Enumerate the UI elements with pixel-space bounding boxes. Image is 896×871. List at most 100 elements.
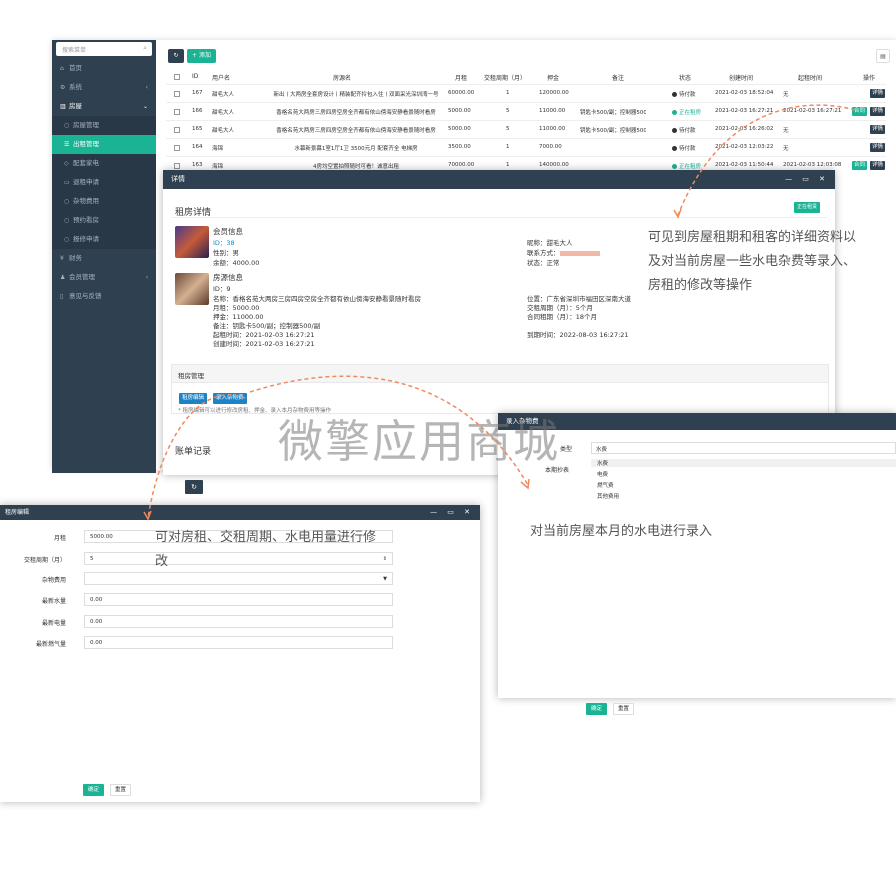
option-gas[interactable]: 燃气费 [597,481,614,489]
window-controls[interactable]: — ▭ ✕ [785,170,829,189]
cell-period: 1 [506,162,510,168]
circle-icon: ○ [64,122,70,129]
sidebar-item-checkout[interactable]: ▭ 退租申请 [52,173,156,192]
misc-type-label: 类型 [560,446,573,453]
cell-house: 水幕新景幕1室1厅1卫 3500元月 配套齐全 电梯房 [294,146,418,152]
refresh-icon: ↻ [173,52,179,59]
select-all-checkbox[interactable] [174,74,180,80]
house-expire: 到期时间：2022-08-03 16:27:21 [527,331,629,339]
status-dot-icon [672,110,677,115]
cell-user: 海锦 [212,164,224,170]
status-text: 待付款 [679,146,696,152]
sidebar-item-feedback[interactable]: ▯ 意见与反馈 [52,287,156,306]
cell-house: 香格名苑大两房三房四房空房全齐都有依山傍海安静看景随时看房 [276,128,436,134]
table-row: 164 海锦 水幕新景幕1室1厅1卫 3500元月 配套齐全 电梯房 3500.00 1… [166,138,886,156]
menu-search-input[interactable]: 搜索菜单 ⌕ [56,42,152,56]
sidebar-item-home[interactable]: ⌂ 首页 [52,59,156,78]
cell-id: 163 [192,162,203,168]
col-user: 用户名 [212,75,231,82]
water-label: 最新水量 [41,598,66,605]
chevron-left-icon: ‹ [145,274,148,281]
sidebar-item-members[interactable]: ♟ 会员管理 ‹ [52,268,156,287]
misc-type-select[interactable]: 水费 [591,442,896,454]
status-text: 待付款 [679,92,696,98]
add-misc-fee-button[interactable]: 录入杂物费 [213,393,247,404]
sidebar-item-house-manage[interactable]: ○ 房屋管理 [52,116,156,135]
electric-label: 最新电量 [41,620,66,627]
cell-id: 167 [192,90,203,96]
edit-modal-header: 租房编辑 — ▭ ✕ [0,505,480,520]
cell-note: 钥匙卡500/副；控制器500/副 [580,128,646,134]
sidebar-item-appliances[interactable]: ◇ 配套家电 [52,154,156,173]
sidebar-item-house[interactable]: ▥ 房屋 ⌄ [52,97,156,116]
refresh-button[interactable]: ↻ [168,49,184,63]
sidebar-item-rental-manage[interactable]: ☰ 出租管理 [52,135,156,154]
cell-house: 新出丨大两房全套房设计丨精装配齐拎包入住丨双面采光深圳湾一号 [273,92,439,98]
col-ops: 操作 [863,75,876,82]
detail-button[interactable]: 详情 [870,143,886,152]
col-note: 备注 [612,75,625,82]
member-balance: 余额：4000.00 [213,259,260,267]
col-house: 房源名 [333,75,352,82]
status-dot-icon [672,146,677,151]
status-badge: 正在租赁 [794,202,821,213]
cell-created: 2021-02-03 18:52:04 [715,90,774,96]
table-row: 165 甜毛大人 香格名苑大两房三房四房空房全齐都有依山傍海安静看景随时看房 5000… [166,120,886,138]
contract-button[interactable]: 合同 [852,161,868,170]
caret-down-icon: ▼ [383,576,387,582]
row-checkbox[interactable] [174,109,180,115]
window-controls[interactable]: — ▭ ✕ [430,505,474,520]
sidebar-item-viewing[interactable]: ○ 预约看房 [52,211,156,230]
cell-note: 钥匙卡500/副；控制器500/副 [580,110,646,116]
row-checkbox[interactable] [174,91,180,97]
sidebar-item-misc-fees[interactable]: ○ 杂物费用 [52,192,156,211]
table-row: 166 甜毛大人 香格名苑大两房三房四房空房全齐都有依山傍海安静看景随时看房 5000… [166,102,886,120]
cell-id: 165 [192,126,203,132]
columns-button[interactable]: ▤ [876,49,890,63]
row-checkbox[interactable] [174,145,180,151]
electric-input[interactable]: 0.00 [84,615,393,628]
gas-input[interactable]: 0.00 [84,636,393,649]
col-deposit: 押金 [547,75,560,82]
search-icon: ⌕ [143,44,147,52]
option-water[interactable]: 水费 [591,459,896,467]
house-info-title: 房源信息 [213,273,243,282]
misc-reset-button[interactable]: 重置 [613,703,635,715]
sidebar-item-repair[interactable]: ○ 报修申请 [52,230,156,249]
detail-button[interactable]: 详情 [870,125,886,134]
cell-period: 5 [506,126,510,132]
detail-button[interactable]: 详情 [870,89,886,98]
row-checkbox[interactable] [174,163,180,169]
card-icon: ▭ [64,179,70,186]
circle-icon: ○ [64,198,70,205]
detail-button[interactable]: 详情 [870,107,886,116]
gas-label: 最新燃气量 [35,641,66,648]
cell-rent: 5000.00 [448,108,471,114]
cell-deposit: 11000.00 [539,126,566,132]
add-button[interactable]: + 添加 [187,49,216,63]
sidebar-item-finance[interactable]: ¥ 财务 [52,249,156,268]
status-text: 正在租房 [679,110,702,116]
cell-rent: 5000.00 [448,126,471,132]
row-checkbox[interactable] [174,127,180,133]
misc-fee-label: 杂物费用 [41,577,66,584]
circle-icon: ○ [64,217,70,224]
option-other[interactable]: 其他费用 [597,492,619,500]
water-input[interactable]: 0.00 [84,593,393,606]
misc-ok-button[interactable]: 确定 [586,703,608,715]
col-start: 起租时间 [798,75,823,82]
bill-refresh-button[interactable]: ↻ [185,480,203,494]
annotation-edit: 可对房租、交租周期、水电用量进行修改 [155,530,377,569]
option-electric[interactable]: 电费 [597,470,608,478]
cell-start: 2021-02-03 12:03:08 [783,162,842,168]
edit-ok-button[interactable]: 确定 [83,784,105,796]
col-rent: 月租 [455,75,468,82]
cell-deposit: 140000.00 [539,162,569,168]
contract-button[interactable]: 合同 [852,107,868,116]
edit-rental-button[interactable]: 租房编辑 [179,393,208,404]
edit-reset-button[interactable]: 重置 [110,784,132,796]
detail-button[interactable]: 详情 [870,161,886,170]
col-created: 创建时间 [729,75,754,82]
sidebar-item-system[interactable]: ⚙ 系统 ‹ [52,78,156,97]
cell-id: 166 [192,108,203,114]
